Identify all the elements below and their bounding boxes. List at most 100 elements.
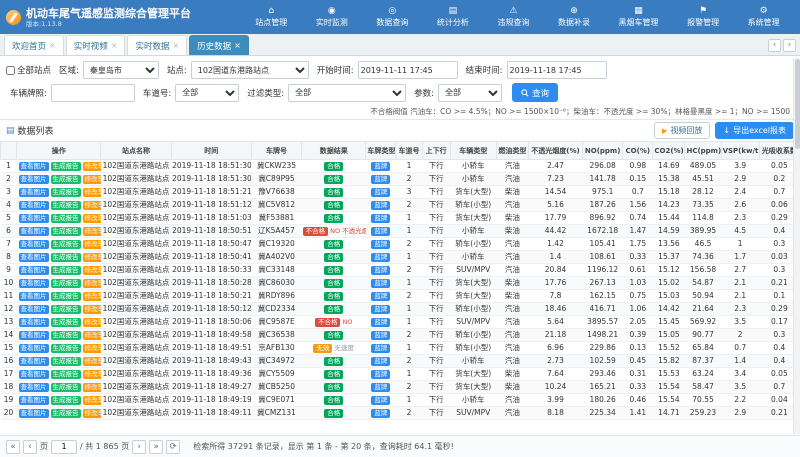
generate-report-button[interactable]: 生成报告 (51, 383, 81, 392)
view-image-button[interactable]: 查看图片 (19, 253, 49, 262)
plate-type-badge[interactable]: 蓝牌 (371, 188, 390, 197)
view-image-button[interactable]: 查看图片 (19, 331, 49, 340)
prev-page-button[interactable]: ‹ (23, 440, 37, 454)
edit-plate-button[interactable]: 修改车牌 (83, 240, 101, 249)
table-row[interactable]: 7查看图片生成报告修改车牌102国道东港路站点2019-11-18 18:50:… (1, 238, 800, 251)
edit-plate-button[interactable]: 修改车牌 (83, 409, 101, 418)
edit-plate-button[interactable]: 修改车牌 (83, 201, 101, 210)
generate-report-button[interactable]: 生成报告 (51, 253, 81, 262)
plate-type-badge[interactable]: 蓝牌 (371, 396, 390, 405)
nav-item-patch[interactable]: ⊕数据补录 (558, 7, 590, 27)
scrollbar-thumb[interactable] (795, 59, 800, 149)
video-playback-button[interactable]: ▶ 视频回放 (654, 122, 710, 139)
table-row[interactable]: 12查看图片生成报告修改车牌102国道东港路站点2019-11-18 18:50… (1, 303, 800, 316)
edit-plate-button[interactable]: 修改车牌 (83, 162, 101, 171)
plate-type-badge[interactable]: 蓝牌 (371, 201, 390, 210)
plate-type-badge[interactable]: 蓝牌 (371, 162, 390, 171)
table-row[interactable]: 17查看图片生成报告修改车牌102国道东港路站点2019-11-18 18:49… (1, 368, 800, 381)
table-row[interactable]: 3查看图片生成报告修改车牌102国道东港路站点2019-11-18 18:51:… (1, 186, 800, 199)
generate-report-button[interactable]: 生成报告 (51, 227, 81, 236)
tab-close-icon[interactable]: × (49, 41, 56, 50)
plate-type-badge[interactable]: 蓝牌 (371, 253, 390, 262)
generate-report-button[interactable]: 生成报告 (51, 292, 81, 301)
table-row[interactable]: 2查看图片生成报告修改车牌102国道东港路站点2019-11-18 18:51:… (1, 173, 800, 186)
view-image-button[interactable]: 查看图片 (19, 357, 49, 366)
lane-select[interactable]: 全部 (175, 84, 239, 102)
next-page-button[interactable]: › (132, 440, 146, 454)
view-image-button[interactable]: 查看图片 (19, 175, 49, 184)
generate-report-button[interactable]: 生成报告 (51, 266, 81, 275)
table-row[interactable]: 16查看图片生成报告修改车牌102国道东港路站点2019-11-18 18:49… (1, 355, 800, 368)
start-time-input[interactable] (358, 61, 458, 79)
tabs-scroll-right-icon[interactable]: › (783, 39, 796, 52)
site-select[interactable]: 102国道东港路站点 (191, 61, 309, 79)
view-image-button[interactable]: 查看图片 (19, 383, 49, 392)
view-image-button[interactable]: 查看图片 (19, 227, 49, 236)
table-row[interactable]: 5查看图片生成报告修改车牌102国道东港路站点2019-11-18 18:51:… (1, 212, 800, 225)
edit-plate-button[interactable]: 修改车牌 (83, 344, 101, 353)
edit-plate-button[interactable]: 修改车牌 (83, 331, 101, 340)
generate-report-button[interactable]: 生成报告 (51, 201, 81, 210)
view-image-button[interactable]: 查看图片 (19, 162, 49, 171)
plate-type-badge[interactable]: 蓝牌 (371, 331, 390, 340)
edit-plate-button[interactable]: 修改车牌 (83, 396, 101, 405)
nav-item-violation[interactable]: ⚠违规查询 (497, 7, 529, 27)
generate-report-button[interactable]: 生成报告 (51, 357, 81, 366)
table-row[interactable]: 1查看图片生成报告修改车牌102国道东港路站点2019-11-18 18:51:… (1, 160, 800, 173)
plate-type-badge[interactable]: 蓝牌 (371, 227, 390, 236)
edit-plate-button[interactable]: 修改车牌 (83, 253, 101, 262)
view-image-button[interactable]: 查看图片 (19, 318, 49, 327)
plate-type-badge[interactable]: 蓝牌 (371, 370, 390, 379)
generate-report-button[interactable]: 生成报告 (51, 331, 81, 340)
table-row[interactable]: 6查看图片生成报告修改车牌102国道东港路站点2019-11-18 18:50:… (1, 225, 800, 238)
table-row[interactable]: 19查看图片生成报告修改车牌102国道东港路站点2019-11-18 18:49… (1, 394, 800, 407)
generate-report-button[interactable]: 生成报告 (51, 409, 81, 418)
plate-type-badge[interactable]: 蓝牌 (371, 279, 390, 288)
plate-input[interactable] (51, 84, 135, 102)
edit-plate-button[interactable]: 修改车牌 (83, 227, 101, 236)
first-page-button[interactable]: « (6, 440, 20, 454)
view-image-button[interactable]: 查看图片 (19, 240, 49, 249)
table-row[interactable]: 18查看图片生成报告修改车牌102国道东港路站点2019-11-18 18:49… (1, 381, 800, 394)
edit-plate-button[interactable]: 修改车牌 (83, 318, 101, 327)
view-image-button[interactable]: 查看图片 (19, 370, 49, 379)
generate-report-button[interactable]: 生成报告 (51, 305, 81, 314)
table-row[interactable]: 11查看图片生成报告修改车牌102国道东港路站点2019-11-18 18:50… (1, 290, 800, 303)
nav-item-query[interactable]: ◎数据查询 (376, 7, 408, 27)
generate-report-button[interactable]: 生成报告 (51, 214, 81, 223)
generate-report-button[interactable]: 生成报告 (51, 370, 81, 379)
tab-close-icon[interactable]: × (234, 41, 241, 50)
generate-report-button[interactable]: 生成报告 (51, 279, 81, 288)
edit-plate-button[interactable]: 修改车牌 (83, 266, 101, 275)
page-input[interactable] (51, 440, 77, 454)
tab-close-icon[interactable]: × (172, 41, 179, 50)
view-image-button[interactable]: 查看图片 (19, 409, 49, 418)
edit-plate-button[interactable]: 修改车牌 (83, 175, 101, 184)
nav-item-stats[interactable]: ▤统计分析 (437, 7, 469, 27)
view-image-button[interactable]: 查看图片 (19, 214, 49, 223)
tab-history[interactable]: 历史数据× (189, 35, 249, 55)
view-image-button[interactable]: 查看图片 (19, 188, 49, 197)
table-row[interactable]: 9查看图片生成报告修改车牌102国道东港路站点2019-11-18 18:50:… (1, 264, 800, 277)
plate-type-badge[interactable]: 蓝牌 (371, 214, 390, 223)
tab-close-icon[interactable]: × (111, 41, 118, 50)
nav-item-smoke[interactable]: ▦黑烟车管理 (619, 7, 659, 27)
nav-item-site[interactable]: ⌂站点管理 (255, 7, 287, 27)
plate-type-badge[interactable]: 蓝牌 (371, 175, 390, 184)
plate-type-badge[interactable]: 蓝牌 (371, 318, 390, 327)
generate-report-button[interactable]: 生成报告 (51, 240, 81, 249)
edit-plate-button[interactable]: 修改车牌 (83, 214, 101, 223)
edit-plate-button[interactable]: 修改车牌 (83, 292, 101, 301)
plate-type-badge[interactable]: 蓝牌 (371, 305, 390, 314)
view-image-button[interactable]: 查看图片 (19, 396, 49, 405)
table-row[interactable]: 14查看图片生成报告修改车牌102国道东港路站点2019-11-18 18:49… (1, 329, 800, 342)
vertical-scrollbar[interactable] (793, 58, 800, 434)
edit-plate-button[interactable]: 修改车牌 (83, 383, 101, 392)
edit-plate-button[interactable]: 修改车牌 (83, 188, 101, 197)
view-image-button[interactable]: 查看图片 (19, 201, 49, 210)
generate-report-button[interactable]: 生成报告 (51, 175, 81, 184)
table-row[interactable]: 10查看图片生成报告修改车牌102国道东港路站点2019-11-18 18:50… (1, 277, 800, 290)
plate-type-badge[interactable]: 蓝牌 (371, 409, 390, 418)
plate-type-badge[interactable]: 蓝牌 (371, 344, 390, 353)
view-image-button[interactable]: 查看图片 (19, 279, 49, 288)
